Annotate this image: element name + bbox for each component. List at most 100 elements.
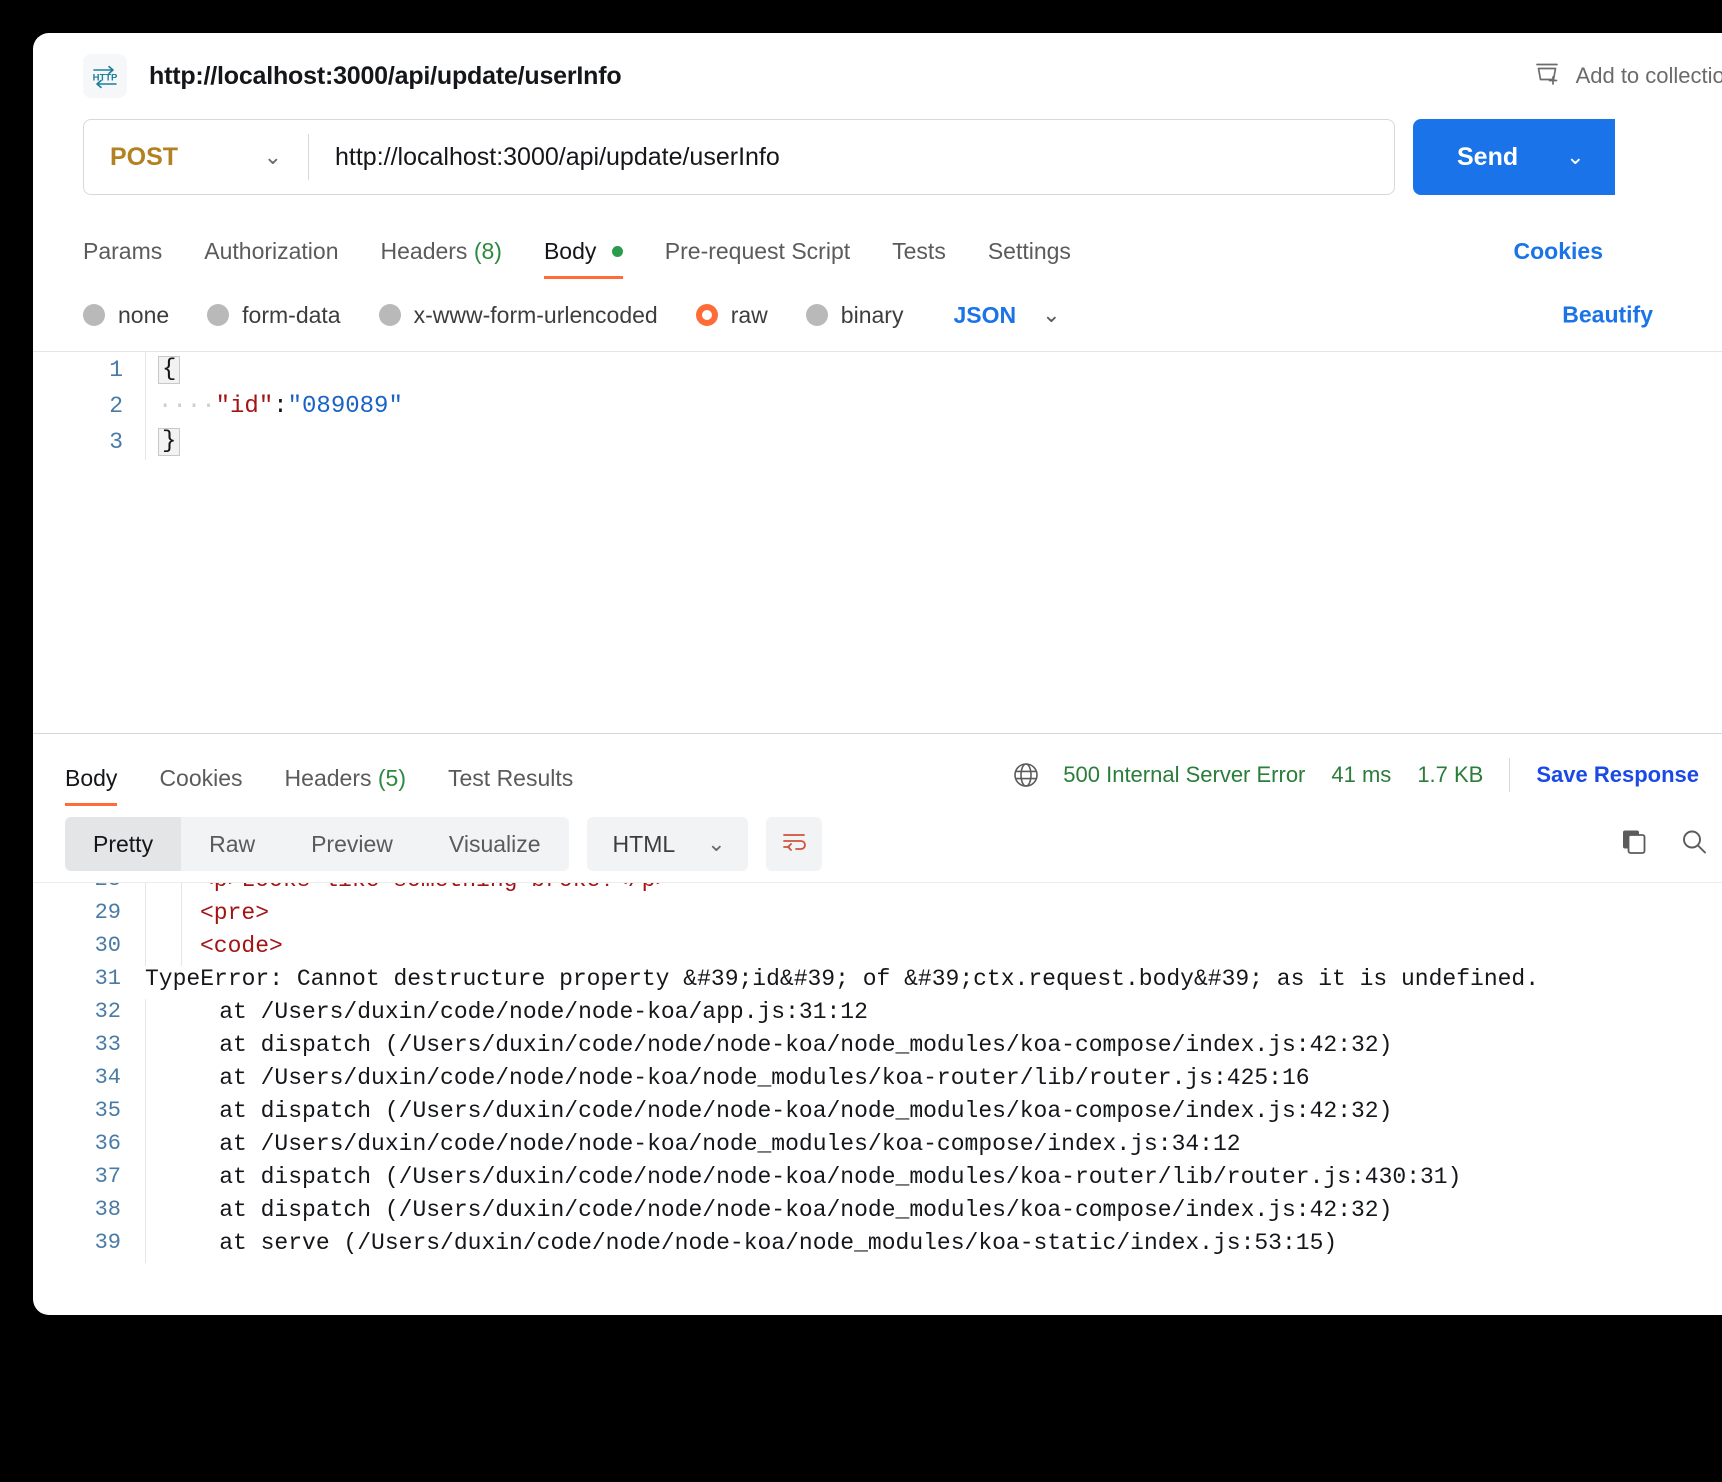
tab-body-label: Body <box>543 238 597 264</box>
radio-form-data-icon <box>207 304 230 326</box>
body-type-none[interactable]: none <box>83 302 169 329</box>
request-body-editor[interactable]: 1 { 2 ····"id":"089089" 3 } <box>33 351 1722 733</box>
radio-binary-icon <box>805 304 828 326</box>
code-text: <p>Looks like something broke!</p> <box>182 883 669 893</box>
body-type-urlencoded-label: x-www-form-urlencoded <box>413 301 658 328</box>
fold-guide <box>145 900 146 933</box>
line-number: 38 <box>94 1197 121 1222</box>
brace-open: { <box>158 356 181 384</box>
json-colon: : <box>273 392 288 420</box>
body-type-raw[interactable]: raw <box>695 302 768 329</box>
status-code: 500 <box>1063 762 1100 787</box>
code-line: 1 { <box>33 352 1722 388</box>
chevron-down-icon: ⌄ <box>707 831 726 856</box>
code-text: at dispatch (/Users/duxin/code/node/node… <box>164 1197 1393 1223</box>
body-type-binary-label: binary <box>840 301 904 328</box>
response-body-code[interactable]: 28 <p>Looks like something broke!</p> 29… <box>33 882 1722 1264</box>
line-number: 33 <box>94 1032 121 1057</box>
response-status-group: 500 Internal Server Error 41 ms 1.7 KB S… <box>1011 758 1711 792</box>
response-tab-body[interactable]: Body <box>65 765 138 806</box>
line-number: 1 <box>109 357 123 383</box>
response-toolbar: Pretty Raw Preview Visualize HTML ⌄ <box>33 806 1722 882</box>
tab-headers[interactable]: Headers (8) <box>360 238 523 279</box>
view-mode-preview[interactable]: Preview <box>283 817 421 871</box>
status-badge: 500 Internal Server Error <box>1063 762 1305 788</box>
fold-guide <box>145 933 146 966</box>
tab-params[interactable]: Params <box>83 238 183 279</box>
line-number: 28 <box>33 883 145 892</box>
line-number: 30 <box>94 933 121 958</box>
code-text: at /Users/duxin/code/node/node-koa/node_… <box>164 1065 1310 1091</box>
beautify-button[interactable]: Beautify <box>1562 302 1653 329</box>
http-method-select[interactable]: POST ⌄ <box>84 120 308 194</box>
response-code-line: 38 at dispatch (/Users/duxin/code/node/n… <box>33 1197 1722 1230</box>
wrap-lines-button[interactable] <box>765 817 822 871</box>
body-format-select[interactable]: JSON ⌄ <box>953 302 1060 329</box>
line-number: 3 <box>109 429 123 455</box>
send-options-chevron-icon[interactable]: ⌄ <box>1566 146 1584 168</box>
tab-tests[interactable]: Tests <box>871 238 967 279</box>
body-type-form-data-label: form-data <box>242 301 341 328</box>
url-box: POST ⌄ <box>83 119 1395 195</box>
response-code-line: 31 TypeError: Cannot destructure propert… <box>33 966 1722 999</box>
save-response-button[interactable]: Save Response <box>1536 762 1699 788</box>
body-type-binary[interactable]: binary <box>805 301 904 329</box>
response-toolbar-actions <box>1619 827 1709 862</box>
request-title: http://localhost:3000/api/update/userInf… <box>149 61 622 90</box>
line-number: 32 <box>94 999 121 1024</box>
request-header: HTTP http://localhost:3000/api/update/us… <box>33 33 1722 119</box>
add-to-collection-button[interactable]: Add to collection <box>1532 58 1722 94</box>
view-mode-visualize[interactable]: Visualize <box>421 817 569 871</box>
view-mode-raw[interactable]: Raw <box>181 817 283 871</box>
send-button[interactable]: Send ⌄ <box>1413 119 1615 195</box>
response-code-line: 35 at dispatch (/Users/duxin/code/node/n… <box>33 1098 1722 1131</box>
tab-settings[interactable]: Settings <box>967 238 1092 279</box>
response-tab-headers[interactable]: Headers (5) <box>264 765 427 806</box>
response-tab-body-label: Body <box>65 765 118 791</box>
response-code-line: 37 at dispatch (/Users/duxin/code/node/n… <box>33 1164 1722 1197</box>
tab-headers-count: (8) <box>473 238 502 264</box>
response-time: 41 ms <box>1331 762 1392 787</box>
body-type-form-data[interactable]: form-data <box>207 301 341 329</box>
body-type-none-label: none <box>118 301 170 328</box>
line-number: 29 <box>94 900 121 925</box>
search-icon[interactable] <box>1679 827 1709 862</box>
indent-dots: ···· <box>158 392 216 420</box>
tab-pre-request-script-label: Pre-request Script <box>664 238 851 264</box>
response-tab-test-results-label: Test Results <box>448 765 574 791</box>
response-code-line: 30 <code> <box>33 933 1722 966</box>
line-number: 36 <box>94 1131 121 1156</box>
tab-params-label: Params <box>83 238 163 264</box>
tab-authorization[interactable]: Authorization <box>183 238 359 279</box>
status-text: Internal Server Error <box>1106 762 1306 787</box>
code-text: { <box>146 356 181 384</box>
response-tab-headers-label: Headers <box>284 765 372 791</box>
response-code-line: 39 at serve (/Users/duxin/code/node/node… <box>33 1230 1722 1263</box>
response-pane: Body Cookies Headers (5) Test Results 50… <box>33 733 1722 1264</box>
wrap-lines-icon <box>780 828 808 861</box>
chevron-down-icon: ⌄ <box>1042 302 1061 327</box>
code-text: at serve (/Users/duxin/code/node/node-ko… <box>164 1230 1338 1256</box>
postman-request-window: HTTP http://localhost:3000/api/update/us… <box>33 33 1722 1315</box>
add-to-collection-icon <box>1532 58 1562 94</box>
response-tab-cookies-label: Cookies <box>159 765 243 791</box>
view-mode-pretty[interactable]: Pretty <box>65 817 182 871</box>
brace-close: } <box>158 428 181 456</box>
tab-body[interactable]: Body <box>523 238 644 279</box>
code-text: } <box>146 428 181 456</box>
http-protocol-icon: HTTP <box>83 54 127 98</box>
radio-raw-icon <box>695 304 718 326</box>
response-format-select[interactable]: HTML ⌄ <box>586 817 748 871</box>
url-input[interactable] <box>309 120 1394 194</box>
globe-icon <box>1011 760 1041 790</box>
response-tab-test-results[interactable]: Test Results <box>427 765 594 806</box>
code-text: at dispatch (/Users/duxin/code/node/node… <box>164 1098 1393 1124</box>
response-tab-cookies[interactable]: Cookies <box>138 765 263 806</box>
tab-pre-request-script[interactable]: Pre-request Script <box>644 238 871 279</box>
cookies-link[interactable]: Cookies <box>1514 238 1603 265</box>
code-text: <pre> <box>200 900 270 926</box>
copy-icon[interactable] <box>1619 827 1649 862</box>
fold-guide <box>145 883 146 900</box>
json-value: "089089" <box>287 392 403 420</box>
body-type-urlencoded[interactable]: x-www-form-urlencoded <box>378 301 658 329</box>
